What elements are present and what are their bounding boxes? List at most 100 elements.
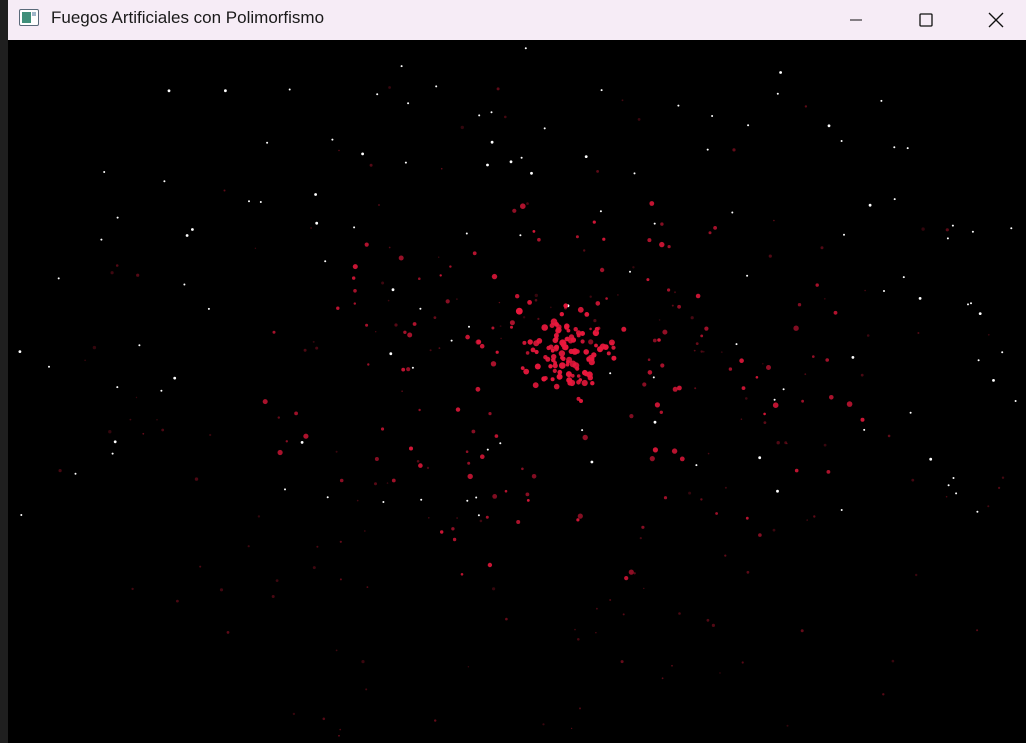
- firework-particle: [566, 356, 573, 363]
- firework-particle: [574, 628, 576, 631]
- title-bar[interactable]: Fuegos Artificiales con Polimorfismo: [8, 0, 1026, 40]
- firework-particle: [316, 545, 319, 548]
- firework-particle: [945, 228, 949, 232]
- firework-particle: [479, 343, 485, 349]
- star: [520, 156, 523, 159]
- star: [486, 448, 489, 451]
- firework-particle: [672, 386, 678, 392]
- firework-particle: [711, 623, 716, 628]
- firework-particle: [804, 373, 807, 376]
- firework-particle: [599, 267, 605, 273]
- firework-particle: [565, 336, 570, 342]
- firework-particle: [647, 358, 651, 362]
- star: [652, 376, 655, 379]
- firework-particle: [525, 351, 530, 355]
- firework-particle: [429, 349, 432, 352]
- firework-particle: [339, 728, 342, 731]
- firework-particle: [887, 434, 891, 438]
- firework-particle: [745, 516, 749, 520]
- firework-particle: [657, 338, 661, 342]
- star: [382, 501, 385, 503]
- firework-particle: [660, 363, 665, 368]
- minimize-button[interactable]: [821, 0, 891, 40]
- firework-particle: [537, 317, 540, 320]
- firework-particle: [772, 528, 776, 532]
- firework-particle: [505, 617, 508, 621]
- firework-particle: [398, 255, 404, 261]
- firework-particle: [456, 517, 458, 519]
- star: [20, 514, 23, 516]
- firework-particle: [386, 482, 389, 484]
- firework-particle: [998, 486, 1001, 489]
- firework-particle: [576, 374, 581, 378]
- firework-particle: [426, 466, 430, 470]
- star: [116, 386, 119, 389]
- star: [530, 171, 533, 175]
- star: [389, 352, 393, 356]
- firework-particle: [388, 246, 391, 249]
- star: [977, 359, 980, 362]
- firework-particle: [294, 411, 298, 416]
- star: [747, 124, 750, 127]
- firework-particle: [660, 222, 664, 226]
- firework-particle: [407, 332, 413, 338]
- star: [1001, 351, 1004, 354]
- firework-particle: [786, 442, 788, 445]
- firework-particle: [418, 463, 423, 468]
- firework-particle: [272, 330, 276, 334]
- firework-particle: [595, 301, 601, 306]
- firework-particle: [440, 530, 444, 534]
- firework-particle: [597, 346, 603, 353]
- firework-particle: [719, 672, 721, 674]
- firework-particle: [773, 219, 775, 222]
- fireworks-canvas[interactable]: [8, 41, 1026, 743]
- star: [435, 85, 438, 88]
- star: [478, 114, 481, 117]
- firework-particle: [917, 332, 920, 334]
- star: [116, 216, 119, 219]
- star: [191, 228, 194, 231]
- firework-particle: [381, 281, 385, 285]
- firework-particle: [833, 310, 838, 315]
- firework-particle: [694, 387, 697, 390]
- firework-particle: [741, 661, 744, 664]
- firework-particle: [553, 383, 560, 390]
- firework-particle: [945, 495, 948, 498]
- firework-particle: [667, 245, 671, 249]
- firework-particle: [520, 366, 525, 370]
- star: [160, 389, 163, 392]
- firework-particle: [520, 203, 526, 209]
- firework-particle: [800, 629, 804, 633]
- star: [731, 211, 734, 214]
- star: [419, 307, 422, 310]
- firework-particle: [472, 251, 477, 256]
- star: [609, 372, 612, 375]
- firework-particle: [559, 362, 566, 369]
- firework-particle: [647, 238, 652, 243]
- firework-particle: [156, 419, 158, 421]
- close-button[interactable]: [961, 0, 1026, 40]
- star: [946, 237, 949, 240]
- firework-particle: [452, 537, 457, 542]
- star: [773, 398, 776, 401]
- firework-particle: [746, 570, 750, 574]
- window-title: Fuegos Artificiales con Polimorfismo: [51, 8, 325, 27]
- firework-particle: [1001, 476, 1005, 479]
- firework-particle: [793, 325, 799, 331]
- star: [111, 452, 114, 455]
- firework-particle: [829, 395, 834, 400]
- star: [259, 201, 262, 203]
- firework-particle: [545, 356, 551, 362]
- firework-particle: [708, 231, 712, 235]
- firework-particle: [921, 227, 925, 231]
- star: [138, 344, 141, 347]
- firework-particle: [768, 254, 772, 258]
- firework-particle: [526, 202, 529, 205]
- window-app-icon: [19, 9, 39, 26]
- maximize-button[interactable]: [891, 0, 961, 40]
- firework-particle: [176, 599, 179, 603]
- firework-particle: [571, 348, 579, 355]
- firework-particle: [374, 482, 377, 486]
- star: [653, 420, 657, 424]
- firework-particle: [387, 299, 390, 302]
